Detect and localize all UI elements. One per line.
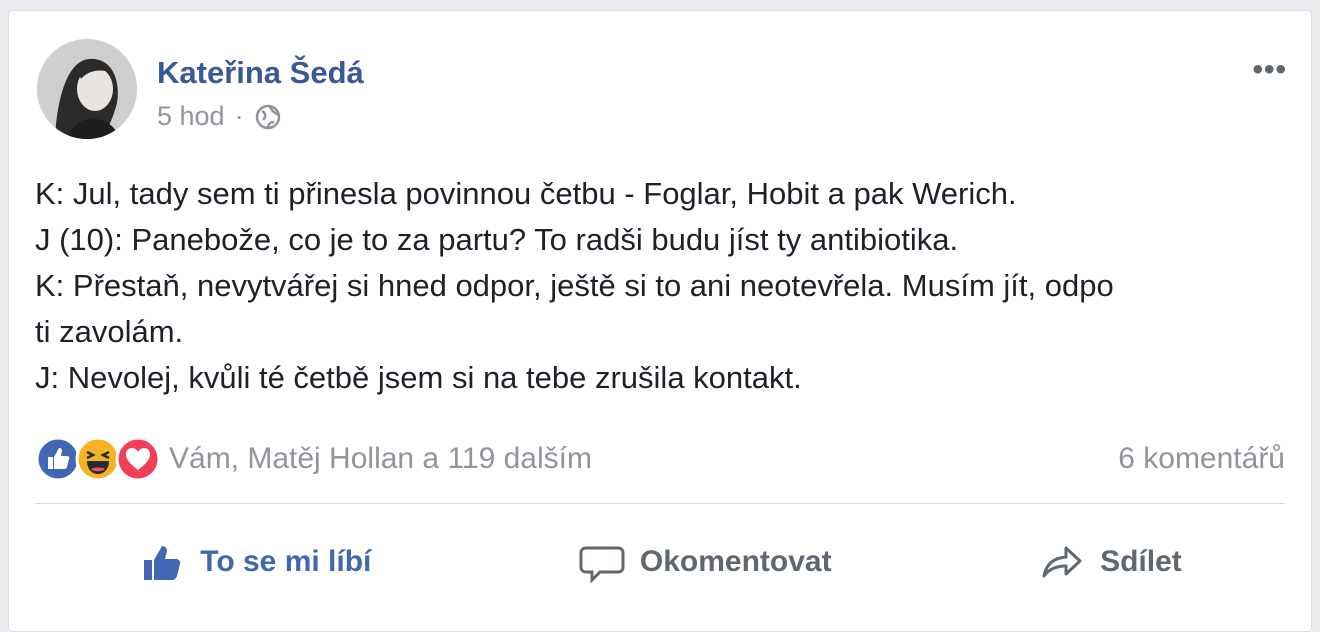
post-timestamp[interactable]: 5 hod <box>157 101 225 132</box>
post-meta: 5 hod · <box>157 101 282 132</box>
avatar-photo <box>37 39 137 139</box>
post-author-name[interactable]: Kateřina Šedá <box>157 55 364 91</box>
love-reaction-icon <box>115 436 161 482</box>
comment-button-label: Okomentovat <box>639 545 832 578</box>
reactions-bar: Vám, Matěj Hollan a 119 dalším 6 komentá… <box>35 431 1285 487</box>
post-text-line: ti zavolám. <box>35 314 184 349</box>
post-card: Kateřina Šedá 5 hod · ••• K: Jul, tady s… <box>8 10 1312 632</box>
comment-button[interactable]: Okomentovat <box>578 538 832 586</box>
more-options-button[interactable]: ••• <box>1252 53 1287 87</box>
post-text-line: K: Přestaň, nevytvářej si hned odpor, je… <box>35 268 1114 303</box>
comments-count[interactable]: 6 komentářů <box>1118 442 1285 476</box>
post-text-line: J (10): Panebože, co je to za partu? To … <box>35 222 959 257</box>
share-icon <box>1042 546 1082 578</box>
avatar[interactable] <box>37 39 137 139</box>
globe-icon[interactable] <box>254 103 282 131</box>
comment-icon <box>579 546 625 584</box>
post-text-line: J: Nevolej, kvůli té četbě jsem si na te… <box>35 360 802 395</box>
divider <box>35 503 1285 504</box>
thumbs-up-icon <box>144 546 181 580</box>
meta-separator: · <box>234 101 244 131</box>
like-button-label: To se mi líbí <box>200 545 372 578</box>
post-text-line: K: Jul, tady sem ti přinesla povinnou če… <box>35 176 1017 211</box>
share-button[interactable]: Sdílet <box>1038 538 1182 586</box>
post-actions: To se mi líbí Okomentovat Sdílet <box>35 527 1285 597</box>
reaction-icons[interactable] <box>35 436 161 482</box>
share-button-label: Sdílet <box>1100 545 1182 578</box>
like-button[interactable]: To se mi líbí <box>138 538 371 586</box>
post-text: K: Jul, tady sem ti přinesla povinnou če… <box>35 171 1295 401</box>
reactors-summary[interactable]: Vám, Matěj Hollan a 119 dalším <box>169 442 592 476</box>
